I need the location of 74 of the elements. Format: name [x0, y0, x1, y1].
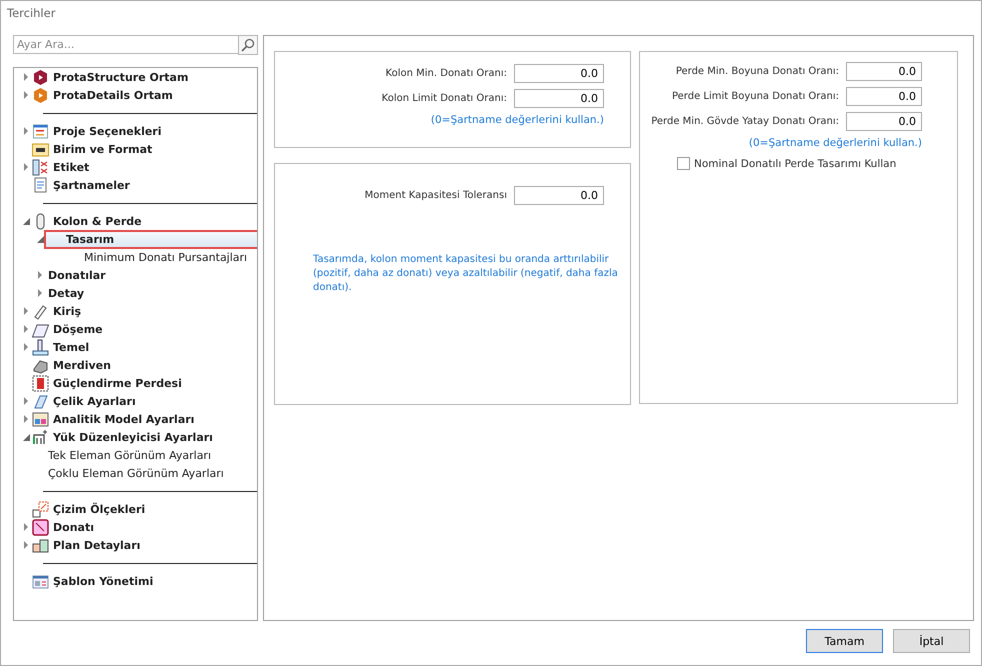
field-label: Moment Kapasitesi Toleransı: [364, 190, 507, 201]
tree-item[interactable]: Donatı: [51, 520, 96, 534]
checkbox[interactable]: [677, 157, 690, 170]
expand-arrow-icon[interactable]: [23, 415, 29, 423]
hint-text: (0=Şartname değerlerini kullan.): [748, 137, 922, 149]
hint-text: (0=Şartname değerlerini kullan.): [430, 114, 604, 126]
tree-item[interactable]: Merdiven: [51, 358, 113, 372]
scale-icon: [32, 500, 49, 518]
field-label: Perde Limit Boyuna Donatı Oranı:: [672, 91, 839, 102]
expand-arrow-icon[interactable]: [23, 307, 29, 315]
expand-arrow-icon[interactable]: [23, 397, 29, 405]
field-label: Kolon Min. Donatı Oranı:: [386, 68, 507, 79]
tree-item[interactable]: Temel: [51, 340, 92, 354]
ok-button[interactable]: Tamam: [806, 629, 883, 653]
tree-item[interactable]: Minimum Donatı Pursantajları: [82, 250, 250, 264]
collapse-arrow-icon[interactable]: [22, 218, 30, 224]
footing-icon: [32, 338, 49, 356]
wall-icon: [32, 374, 49, 392]
expand-arrow-icon[interactable]: [23, 523, 29, 531]
collapse-arrow-icon[interactable]: [22, 434, 30, 440]
field-label: Kolon Limit Donatı Oranı:: [382, 93, 507, 104]
expand-arrow-icon[interactable]: [23, 73, 29, 81]
selected-tree-item[interactable]: Tasarım: [46, 232, 257, 246]
tree-item[interactable]: Proje Seçenekleri: [51, 124, 164, 138]
tree-item[interactable]: Çizim Ölçekleri: [51, 502, 148, 516]
expand-arrow-icon[interactable]: [23, 127, 29, 135]
tree-item[interactable]: Döşeme: [51, 322, 105, 336]
tree-item[interactable]: Kiriş: [51, 304, 84, 318]
tree-item[interactable]: Güçlendirme Perdesi: [51, 376, 184, 390]
collapse-arrow-icon[interactable]: [36, 236, 44, 242]
cube-icon: [32, 86, 49, 104]
load-icon: [32, 428, 49, 446]
tree-item[interactable]: Analitik Model Ayarları: [51, 412, 196, 426]
tree-item[interactable]: Çelik Ayarları: [51, 394, 138, 408]
tree-item[interactable]: Tek Eleman Görünüm Ayarları: [46, 448, 214, 462]
cancel-button[interactable]: İptal: [893, 629, 970, 653]
tree-item[interactable]: Etiket: [51, 160, 92, 174]
tree-item[interactable]: ProtaDetails Ortam: [51, 88, 175, 102]
field-label: Perde Min. Gövde Yatay Donatı Oranı:: [651, 116, 839, 127]
expand-arrow-icon[interactable]: [37, 271, 43, 279]
tree-item[interactable]: ProtaStructure Ortam: [51, 70, 190, 84]
frame-icon: [32, 410, 49, 428]
pencil-icon: [32, 302, 49, 320]
expand-arrow-icon[interactable]: [23, 91, 29, 99]
list-icon: [32, 122, 49, 140]
search-field[interactable]: Ayar Ara...: [13, 35, 238, 54]
tree-item[interactable]: Detay: [46, 286, 86, 300]
cube-icon: [32, 68, 49, 86]
expand-arrow-icon[interactable]: [23, 541, 29, 549]
expand-arrow-icon[interactable]: [23, 343, 29, 351]
tree-item[interactable]: Şartnameler: [51, 178, 132, 192]
template-icon: [32, 572, 49, 590]
tree-item[interactable]: Şablon Yönetimi: [51, 574, 156, 588]
hint-text: Tasarımda, kolon moment kapasitesi bu oranda arttırılabilir (pozitif, daha az donatı) veya azaltılabilir (negatif, daha fazla donatı).: [312, 253, 619, 295]
document-icon: [32, 176, 49, 194]
tree-item[interactable]: Donatılar: [46, 268, 108, 282]
expand-arrow-icon[interactable]: [23, 325, 29, 333]
tree-item[interactable]: Çoklu Eleman Görünüm Ayarları: [46, 466, 226, 480]
checkbox-label: Nominal Donatılı Perde Tasarımı Kullan: [694, 158, 896, 170]
tree-item[interactable]: Plan Detayları: [51, 538, 142, 552]
field-label: Perde Min. Boyuna Donatı Oranı:: [676, 66, 839, 77]
number-field[interactable]: 0.0: [514, 186, 604, 205]
number-field[interactable]: 0.0: [846, 112, 922, 131]
number-field[interactable]: 0.0: [514, 64, 604, 83]
tree-item[interactable]: Yük Düzenleyicisi Ayarları: [51, 430, 215, 444]
number-field[interactable]: 0.0: [846, 87, 922, 106]
number-field[interactable]: 0.0: [514, 89, 604, 108]
tree-item[interactable]: Birim ve Format: [51, 142, 154, 156]
number-field[interactable]: 0.0: [846, 62, 922, 81]
expand-arrow-icon[interactable]: [23, 163, 29, 171]
expand-arrow-icon[interactable]: [37, 289, 43, 297]
tree-item[interactable]: Kolon & Perde: [51, 214, 144, 228]
search-icon[interactable]: [238, 35, 258, 55]
window-title: Tercihler: [7, 6, 56, 20]
